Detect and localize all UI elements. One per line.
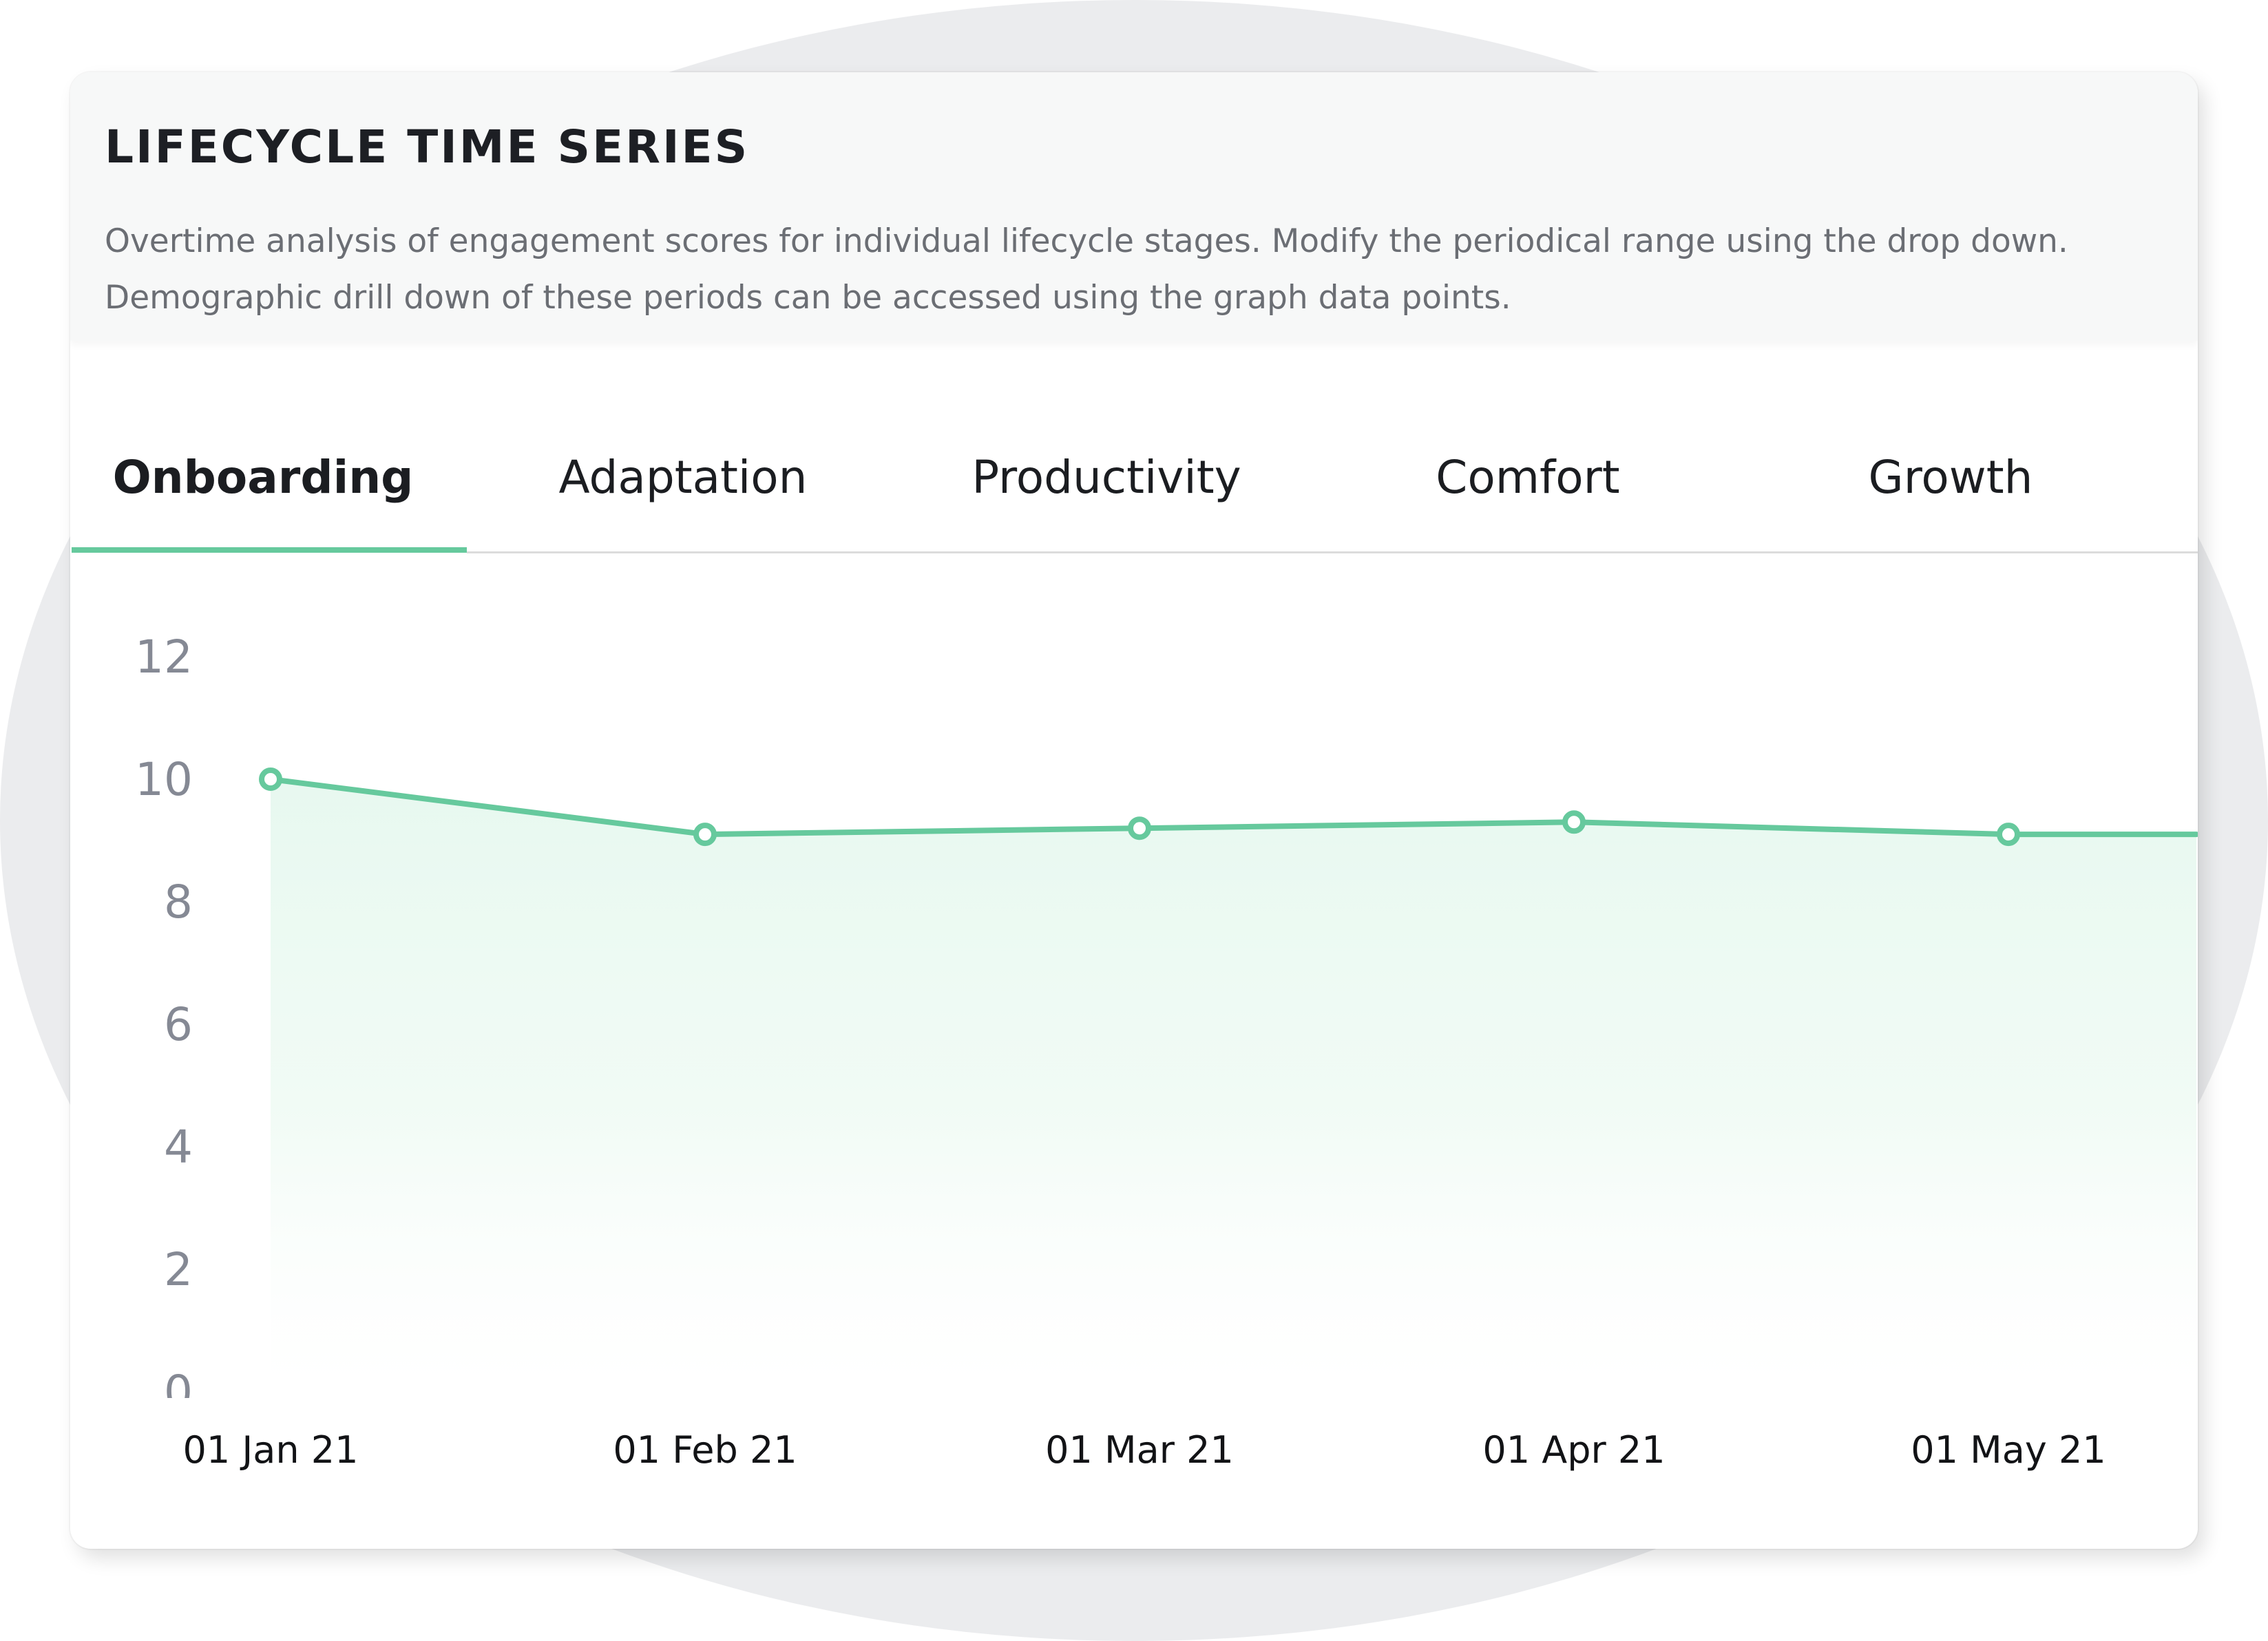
data-point-1[interactable] bbox=[259, 767, 282, 791]
y-tick-label: 10 bbox=[135, 753, 193, 806]
data-point-5[interactable] bbox=[1997, 823, 2020, 847]
y-tick-label: 2 bbox=[164, 1243, 193, 1296]
y-tick-label: 6 bbox=[164, 998, 193, 1051]
x-tick-label: 01 Feb 21 bbox=[613, 1428, 797, 1472]
x-axis: 01 Jan 21 01 Feb 21 01 Mar 21 01 Apr 21 01 M… bbox=[183, 1428, 2106, 1472]
y-tick-label: 0 bbox=[164, 1366, 193, 1419]
y-tick-label: 8 bbox=[164, 876, 193, 929]
y-tick-label: 12 bbox=[135, 631, 193, 684]
data-point-2[interactable] bbox=[693, 823, 717, 847]
area-layer bbox=[271, 779, 2196, 1392]
data-point-3[interactable] bbox=[1128, 816, 1151, 840]
data-point-4[interactable] bbox=[1562, 810, 1586, 834]
x-tick-label: 01 Apr 21 bbox=[1482, 1428, 1665, 1472]
lifecycle-chart: 024681012 01 Jan 21 01 Feb 21 01 Mar 21 01 … bbox=[135, 631, 2198, 1472]
y-axis: 0 2 4 6 8 10 12 bbox=[135, 631, 193, 1419]
lifecycle-time-series-card: LIFECYCLE TIME SERIES Overtime analysis … bbox=[70, 72, 2198, 1549]
x-tick-label: 01 May 21 bbox=[1911, 1428, 2106, 1472]
series-area bbox=[271, 779, 2196, 1392]
x-tick-label: 01 Mar 21 bbox=[1045, 1428, 1234, 1472]
x-tick-label: 01 Jan 21 bbox=[183, 1428, 359, 1472]
y-tick-label: 4 bbox=[164, 1121, 193, 1174]
